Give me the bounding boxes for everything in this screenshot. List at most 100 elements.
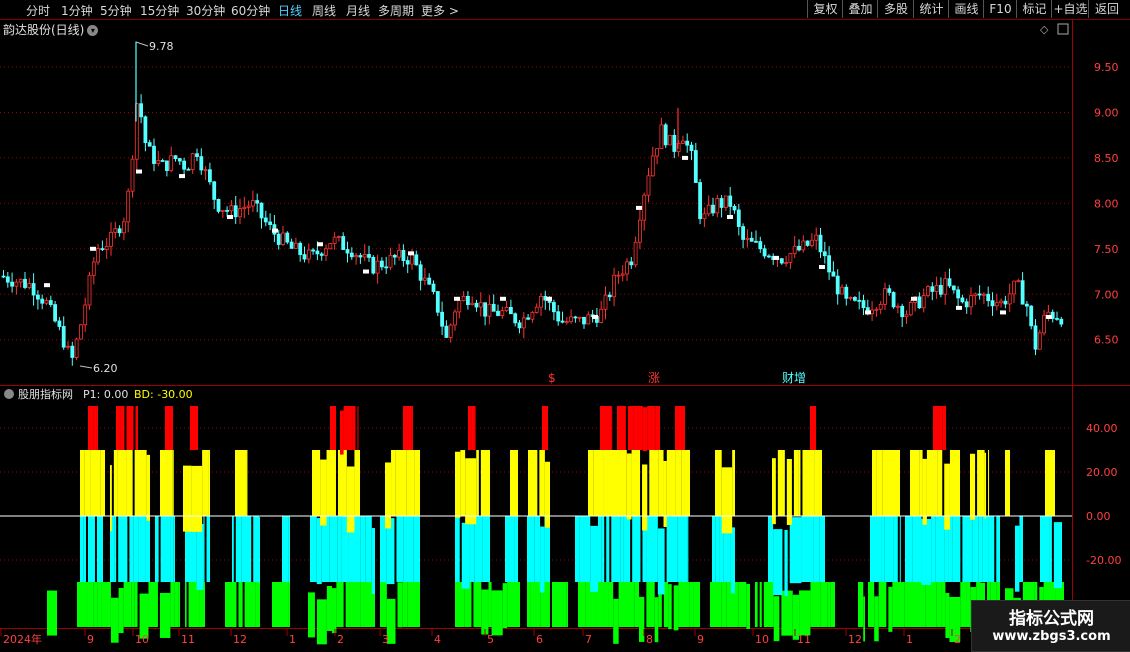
indicator-band-cyan	[282, 516, 289, 582]
indicator-band-cyan	[206, 516, 210, 582]
indicator-band-red	[633, 406, 643, 450]
candle-body	[754, 240, 758, 243]
candle-body	[1029, 305, 1034, 327]
candle-body	[259, 202, 264, 219]
indicator-band-cyan	[884, 516, 894, 582]
indicator-band-yellow	[666, 450, 676, 516]
indicator-band-yellow	[649, 450, 659, 516]
candle-body	[633, 241, 638, 266]
indicator-band-green	[397, 582, 403, 628]
indicator-band-green	[566, 582, 568, 627]
indicator-band-green	[326, 585, 332, 631]
indicator-band-green	[159, 592, 171, 638]
window-icon[interactable]	[1057, 23, 1069, 35]
candle-body	[1059, 318, 1064, 325]
candle-body	[199, 156, 204, 171]
indicator-band-red	[93, 406, 97, 450]
candle-body	[999, 300, 1003, 304]
chart-canvas[interactable]: 9.50 9.00 8.50 8.00 7.50 7.00 6.50 ◇ 9.78 6.20 $ 涨 财…	[0, 0, 1130, 650]
indicator-band-cyan	[241, 516, 252, 582]
candle-body	[577, 316, 582, 319]
signal-marker	[682, 155, 688, 160]
indicator-band-cyan	[870, 516, 875, 582]
event-label[interactable]: 涨	[648, 370, 660, 385]
high-price-marker: 9.78	[149, 40, 174, 53]
candle-body	[625, 261, 629, 275]
indicator-band-cyan	[469, 516, 475, 582]
indicator-band-cyan	[988, 516, 995, 582]
diamond-icon[interactable]: ◇	[1040, 23, 1049, 36]
candle-body	[582, 316, 586, 325]
indicator-band-green	[481, 589, 489, 635]
indicator-band-yellow	[593, 450, 604, 516]
candle-body	[870, 309, 874, 315]
indicator-band-red	[403, 406, 412, 450]
candle-body	[560, 320, 565, 323]
low-price-marker: 6.20	[93, 362, 118, 375]
indicator-band-red	[340, 410, 344, 455]
candle-body	[620, 273, 625, 276]
candle-body	[375, 260, 380, 274]
candle-body	[681, 140, 685, 144]
candle-body	[934, 284, 939, 292]
indicator-band-yellow	[312, 450, 317, 516]
indicator-band-cyan	[620, 516, 624, 582]
candle-body	[607, 294, 612, 298]
indicator-band-green	[86, 582, 94, 627]
event-label[interactable]: 财增	[782, 371, 806, 385]
indicator-band-yellow	[100, 450, 105, 516]
time-axis-label: 3	[382, 633, 389, 646]
indicator-band-red	[343, 406, 353, 450]
indicator-band-green	[646, 582, 655, 627]
candle-body	[405, 260, 410, 265]
indicator-band-red	[647, 406, 656, 450]
candle-body	[741, 226, 745, 240]
time-axis-label: 7	[585, 633, 592, 646]
candle-body	[736, 209, 741, 227]
event-label[interactable]: $	[548, 371, 556, 385]
dropdown-icon[interactable]	[4, 389, 14, 399]
indicator-band-green	[530, 582, 541, 627]
indicator-band-green	[473, 582, 482, 627]
candle-body	[917, 296, 922, 309]
candle-body	[986, 293, 991, 302]
candle-body	[539, 295, 543, 308]
candle-body	[650, 155, 655, 177]
indicator-band-cyan	[962, 516, 973, 582]
candle-body	[152, 145, 156, 164]
indicator-band-cyan	[259, 517, 261, 584]
indicator-band-yellow	[510, 450, 518, 516]
indicator-band-green	[148, 582, 158, 627]
candle-body	[646, 175, 651, 196]
signal-marker	[317, 242, 323, 247]
time-axis-label: 12	[233, 633, 247, 646]
indicator-band-yellow	[465, 458, 477, 525]
indicator-band-cyan	[687, 516, 689, 582]
candle-body	[96, 248, 100, 263]
candle-body	[10, 281, 15, 287]
indicator-band-cyan	[597, 516, 602, 582]
candle-body	[534, 306, 539, 313]
candle-body	[749, 237, 754, 242]
candle-body	[672, 134, 677, 152]
candle-body	[14, 281, 19, 287]
price-axis-label: 7.00	[1094, 288, 1119, 301]
indicator-band-red	[617, 406, 621, 450]
indicator-band-cyan	[905, 516, 913, 582]
candle-body	[1003, 300, 1008, 305]
candle-body	[225, 209, 230, 212]
indicator-band-green	[170, 582, 175, 627]
indicator-band-cyan	[590, 525, 598, 592]
indicator-band-cyan	[196, 523, 204, 590]
indicator-band-green	[858, 582, 864, 627]
indicator-band-green	[892, 582, 905, 627]
indicator-band-yellow	[326, 450, 336, 516]
indicator-band-cyan	[514, 516, 518, 582]
indicator-band-green	[349, 582, 361, 627]
candle-body	[874, 308, 879, 311]
indicator-band-cyan	[87, 516, 95, 582]
candle-body	[276, 233, 281, 245]
candle-body	[831, 271, 836, 277]
candle-body	[160, 160, 165, 162]
candle-body	[586, 314, 591, 325]
